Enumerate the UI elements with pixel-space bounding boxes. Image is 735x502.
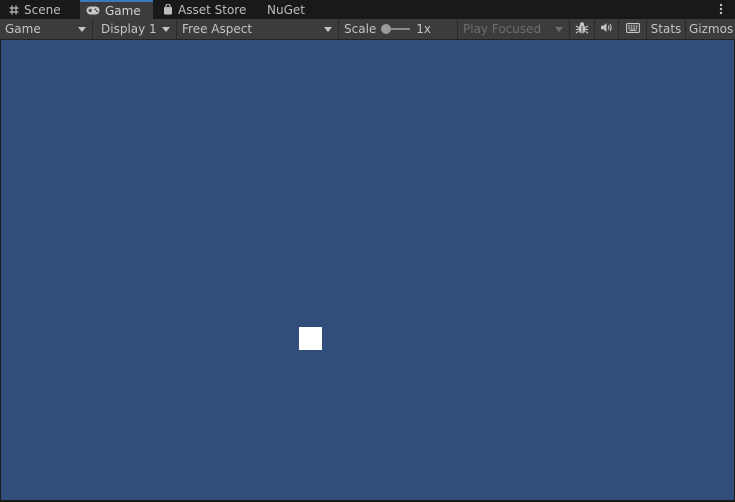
stats-label: Stats (650, 22, 682, 36)
gizmos-label: Gizmos (689, 22, 734, 36)
stats-button[interactable]: Stats (647, 19, 686, 39)
gizmos-button[interactable]: Gizmos (686, 19, 735, 39)
mute-audio-toggle[interactable] (595, 19, 619, 39)
view-mode-dropdown[interactable]: Game (0, 19, 93, 39)
debug-toggle[interactable] (570, 19, 595, 39)
scale-slider-thumb[interactable] (381, 24, 392, 34)
game-viewport[interactable] (1, 40, 734, 500)
white-square-sprite (299, 327, 322, 350)
display-label: Display 1 (101, 22, 157, 36)
chevron-down-icon (162, 26, 170, 32)
gamepad-icon (86, 6, 100, 15)
tab-asset-store-label: Asset Store (178, 2, 247, 17)
play-mode-dropdown[interactable]: Play Focused (458, 19, 570, 39)
bug-icon (575, 21, 589, 38)
tab-scene-label: Scene (24, 2, 61, 17)
aspect-label: Free Aspect (182, 22, 253, 36)
kebab-menu-icon[interactable] (715, 2, 727, 16)
tab-game-label: Game (105, 3, 141, 18)
tab-nuget[interactable]: NuGet (255, 0, 317, 19)
keyboard-icon (625, 22, 640, 36)
scale-slider[interactable] (381, 24, 411, 34)
scale-value: 1x (416, 22, 432, 36)
hash-grid-icon (9, 5, 19, 15)
display-dropdown[interactable]: Display 1 (93, 19, 177, 39)
speaker-icon (600, 22, 613, 36)
play-mode-label: Play Focused (463, 22, 542, 36)
tab-game[interactable]: Game (80, 0, 153, 19)
tab-nuget-label: NuGet (267, 2, 305, 17)
tab-scene[interactable]: Scene (0, 0, 80, 19)
scale-control: Scale 1x (339, 19, 458, 39)
tab-bar: Scene Game Asset Store NuGet (0, 0, 735, 19)
aspect-dropdown[interactable]: Free Aspect (177, 19, 339, 39)
game-view-window: Scene Game Asset Store NuGet Game Displa… (0, 0, 735, 502)
scale-label: Scale (344, 22, 377, 36)
shopping-bag-icon (163, 4, 173, 15)
shortcuts-toggle[interactable] (619, 19, 647, 39)
view-mode-label: Game (5, 22, 41, 36)
chevron-down-icon (324, 26, 332, 32)
chevron-down-icon (78, 26, 86, 32)
tab-asset-store[interactable]: Asset Store (153, 0, 255, 19)
chevron-down-icon (555, 26, 563, 32)
game-toolbar: Game Display 1 Free Aspect Scale 1x Play… (0, 19, 735, 40)
